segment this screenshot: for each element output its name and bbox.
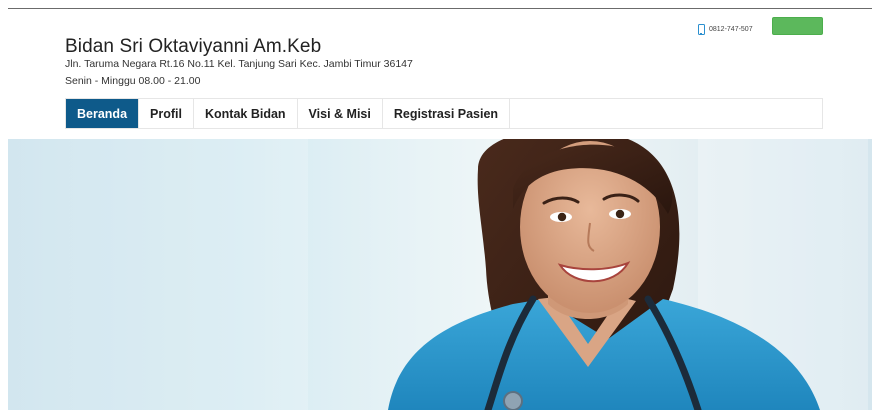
opening-hours: Senin - Minggu 08.00 - 21.00 bbox=[65, 75, 201, 87]
hero-banner-image bbox=[8, 139, 872, 410]
main-navigation: Beranda Profil Kontak Bidan Visi & Misi … bbox=[65, 98, 823, 129]
header-action-button[interactable] bbox=[772, 17, 823, 35]
site-header: Bidan Sri Oktaviyanni Am.Keb Jln. Taruma… bbox=[0, 0, 872, 138]
phone-number: 0812-747-507 bbox=[709, 26, 753, 33]
clinic-address: Jln. Taruma Negara Rt.16 No.11 Kel. Tanj… bbox=[65, 58, 413, 70]
mobile-phone-icon bbox=[698, 24, 705, 35]
site-title: Bidan Sri Oktaviyanni Am.Keb bbox=[65, 36, 322, 57]
nav-item-beranda[interactable]: Beranda bbox=[66, 99, 140, 128]
nav-item-kontak-bidan[interactable]: Kontak Bidan bbox=[194, 99, 298, 128]
nav-item-profil[interactable]: Profil bbox=[139, 99, 194, 128]
nav-item-visi-misi[interactable]: Visi & Misi bbox=[298, 99, 383, 128]
phone-contact[interactable]: 0812-747-507 bbox=[698, 24, 753, 35]
nurse-illustration bbox=[8, 139, 868, 410]
nav-item-registrasi-pasien[interactable]: Registrasi Pasien bbox=[383, 99, 511, 128]
